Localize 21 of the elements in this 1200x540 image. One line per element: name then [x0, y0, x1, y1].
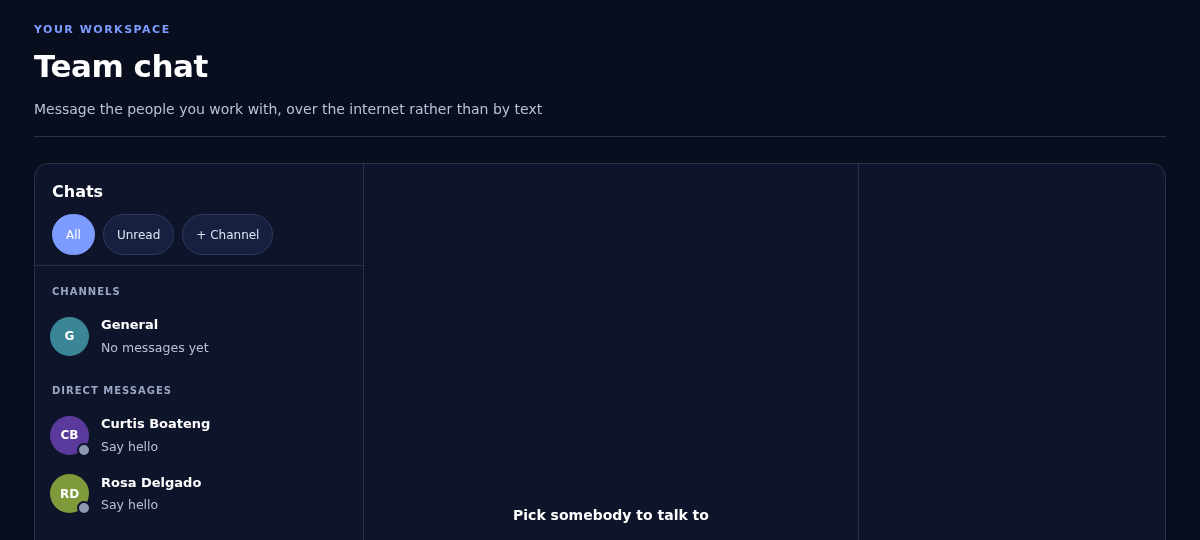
page-subtitle: Message the people you work with, over the internet rather than by text [34, 100, 544, 119]
avatar: G [50, 316, 89, 356]
eyebrow-label: YOUR WORKSPACE [34, 22, 172, 38]
avatar: CB [50, 415, 89, 455]
filter-button[interactable]: Unread [102, 214, 175, 255]
section-heading: DIRECT MESSAGES [51, 384, 173, 399]
chat-list-item[interactable]: RD Rosa Delgado Say hello [35, 464, 363, 523]
chat-list-item[interactable]: CB Curtis Boateng Say hello [35, 406, 363, 465]
chat-name: General [101, 316, 160, 334]
chat-list-item[interactable]: G General No messages yet [35, 307, 363, 366]
empty-state-text: Pick somebody to talk to [513, 506, 709, 525]
filter-button[interactable]: + Channel [182, 214, 274, 255]
message-preview: Say hello [101, 437, 160, 456]
section-heading: CHANNELS [51, 285, 122, 299]
message-preview: Say hello [101, 496, 160, 514]
message-preview: No messages yet [101, 338, 209, 357]
page-title: Team chat [34, 46, 209, 86]
chat-name: Rosa Delgado [101, 473, 202, 492]
sidebar-title: Chats [52, 181, 105, 203]
chat-name: Curtis Boateng [101, 415, 211, 434]
avatar: RD [50, 474, 89, 514]
